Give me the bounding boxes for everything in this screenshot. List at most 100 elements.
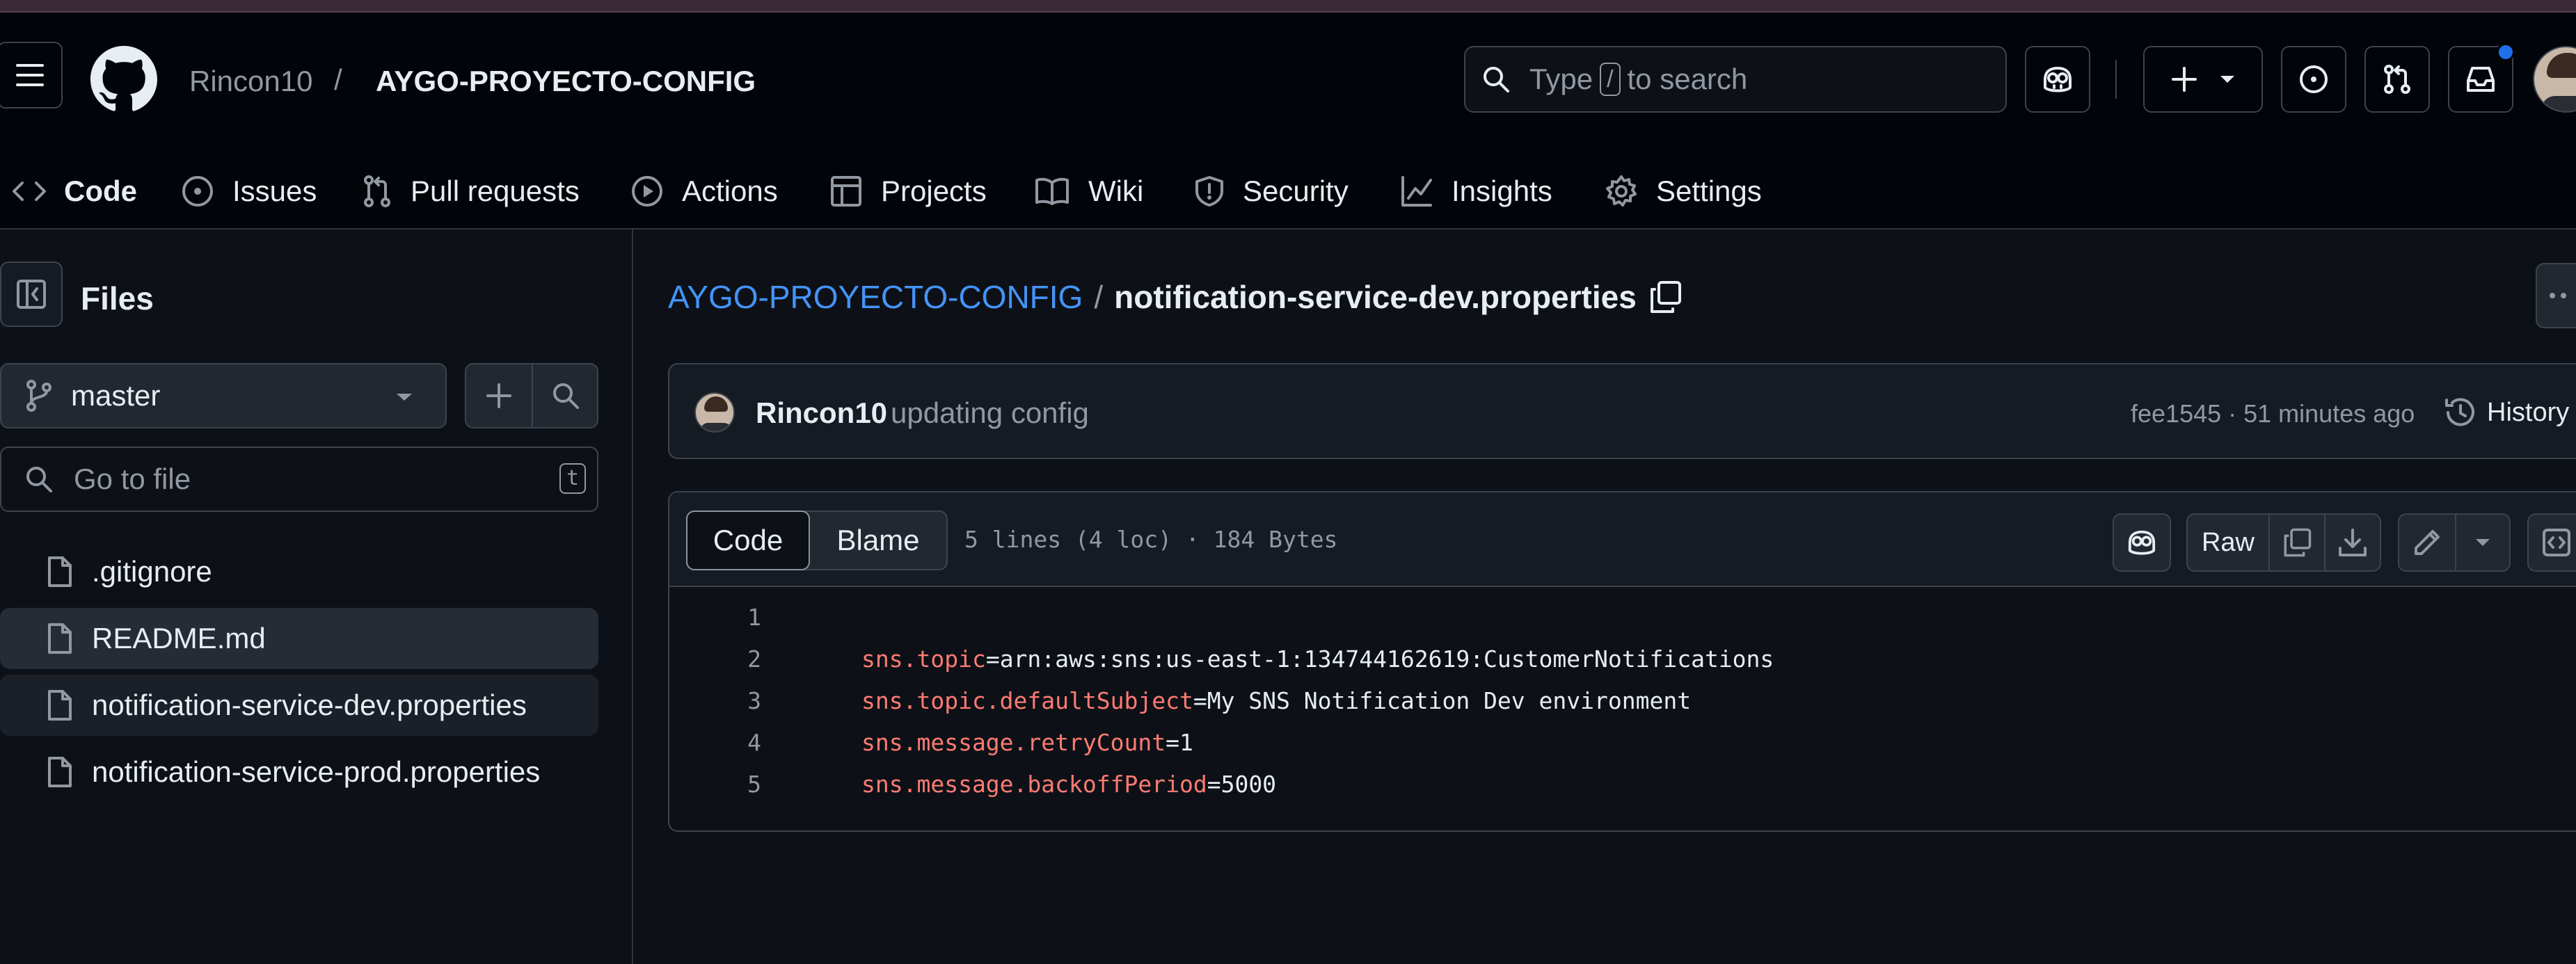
table-icon	[831, 176, 861, 207]
code-line: 2 sns.topic=arn:aws:sns:us-east-1:134744…	[669, 638, 2576, 680]
tab-security[interactable]: Security	[1194, 167, 1349, 216]
raw-button[interactable]: Raw	[2186, 513, 2270, 572]
search-input[interactable]: Type / to search	[1464, 46, 2007, 113]
commit-author[interactable]: Rincon10	[756, 396, 887, 430]
line-number[interactable]: 4	[678, 722, 761, 764]
code-key: sns.topic	[861, 645, 986, 673]
line-number[interactable]: 2	[678, 638, 761, 680]
breadcrumb-repo-link[interactable]: AYGO-PROYECTO-CONFIG	[668, 278, 1083, 316]
user-avatar[interactable]	[2533, 46, 2576, 113]
code-key: sns.message.retryCount	[861, 729, 1166, 756]
sidebar-collapse-icon	[17, 280, 46, 309]
shield-icon	[1195, 176, 1223, 207]
code-value: 5000	[1221, 771, 1277, 798]
collapse-sidebar-button[interactable]	[0, 262, 63, 327]
download-button[interactable]	[2324, 513, 2381, 572]
book-icon	[1035, 177, 1069, 205]
file-viewer-header: Code Blame 5 lines (4 loc) · 184 Bytes R…	[669, 492, 2576, 587]
code-key: sns.topic.defaultSubject	[861, 687, 1193, 714]
github-logo[interactable]	[90, 46, 157, 113]
file-tree-item-label: notification-service-dev.properties	[92, 689, 527, 721]
file-tree-item-label: README.md	[92, 622, 266, 654]
code-key: sns.message.backoffPeriod	[861, 771, 1207, 798]
tab-pull-requests[interactable]: Pull requests	[362, 167, 580, 216]
blame-view-tab[interactable]: Blame	[810, 512, 946, 569]
view-toggle: Code Blame	[686, 511, 948, 570]
github-mark-icon	[90, 46, 157, 111]
create-new-button[interactable]	[2143, 46, 2263, 113]
tab-insights[interactable]: Insights	[1400, 167, 1552, 216]
add-file-button[interactable]	[466, 364, 533, 427]
tab-settings[interactable]: Settings	[1605, 167, 1762, 216]
history-icon	[2445, 398, 2474, 426]
tab-security-label: Security	[1243, 175, 1349, 207]
code-eq: =	[985, 645, 1000, 673]
triangle-down-icon	[2476, 539, 2490, 546]
search-icon	[553, 383, 579, 409]
commit-meta[interactable]: fee1545 · 51 minutes ago	[2131, 399, 2415, 428]
play-icon	[632, 176, 662, 207]
owner-link[interactable]: Rincon10	[189, 67, 312, 96]
line-number[interactable]: 3	[678, 680, 761, 722]
tab-code[interactable]: Code	[13, 167, 137, 216]
download-icon	[2339, 529, 2367, 556]
code-icon	[13, 182, 46, 201]
copy-icon	[2284, 528, 2312, 557]
tab-issues[interactable]: Issues	[181, 167, 317, 216]
gear-icon	[1606, 175, 1637, 207]
menu-button[interactable]	[0, 42, 63, 109]
code-eq: =	[1193, 687, 1207, 714]
git-pull-request-icon	[364, 175, 390, 207]
file-name-title: notification-service-dev.properties	[1114, 279, 1637, 315]
triangle-down-icon	[2220, 76, 2234, 83]
tab-projects-label: Projects	[881, 175, 987, 207]
line-number[interactable]: 5	[678, 764, 761, 805]
breadcrumb-separator: /	[334, 63, 342, 96]
repo-name-link[interactable]: AYGO-PROYECTO-CONFIG	[376, 67, 756, 96]
code-value: My SNS Notification Dev environment	[1207, 687, 1692, 714]
symbols-panel-button[interactable]	[2527, 513, 2576, 572]
issues-button[interactable]	[2281, 46, 2346, 113]
file-tree-item[interactable]: .gitignore	[0, 541, 598, 602]
copy-icon[interactable]	[1648, 280, 1683, 314]
file-tree-item[interactable]: README.md	[0, 608, 598, 669]
line-number[interactable]: 1	[678, 597, 761, 638]
go-to-file-placeholder: Go to file	[74, 463, 191, 495]
branch-selector[interactable]: master	[0, 363, 447, 428]
tab-wiki-label: Wiki	[1088, 175, 1144, 207]
code-view-label: Code	[713, 524, 784, 556]
file-tree-item-label: .gitignore	[92, 555, 212, 588]
browser-tab-strip	[0, 0, 2576, 13]
code-value: arn:aws:sns:us-east-1:134744162619:Custo…	[999, 645, 1774, 673]
commit-message[interactable]: updating config	[891, 396, 1089, 430]
latest-commit-bar: Rincon10 updating config fee1545 · 51 mi…	[668, 363, 2576, 459]
git-branch-icon	[26, 380, 51, 412]
tab-projects[interactable]: Projects	[829, 167, 987, 216]
copilot-file-button[interactable]	[2113, 513, 2171, 572]
history-button[interactable]: History	[2444, 392, 2569, 433]
file-breadcrumb: AYGO-PROYECTO-CONFIG / notification-serv…	[668, 278, 1683, 316]
file-tree-item[interactable]: notification-service-prod.properties	[0, 741, 598, 803]
go-to-file-shortcut: t	[559, 463, 586, 494]
edit-file-button[interactable]	[2398, 513, 2456, 572]
copilot-button[interactable]	[2025, 46, 2090, 113]
raw-label: Raw	[2201, 527, 2255, 557]
file-icon	[48, 623, 72, 654]
search-prefix: Type	[1529, 63, 1593, 95]
copy-raw-button[interactable]	[2268, 513, 2325, 572]
code-square-icon	[2543, 529, 2570, 556]
code-view-tab[interactable]: Code	[686, 511, 810, 570]
file-tree-item-selected[interactable]: notification-service-dev.properties	[0, 675, 598, 736]
go-to-file-input[interactable]: Go to file t	[0, 447, 598, 512]
issue-opened-icon	[2300, 65, 2328, 93]
tab-wiki[interactable]: Wiki	[1034, 167, 1143, 216]
more-options-button[interactable]	[2536, 263, 2576, 328]
search-suffix: to search	[1627, 63, 1748, 95]
edit-options-button[interactable]	[2455, 513, 2511, 572]
code-area[interactable]: 1 2 sns.topic=arn:aws:sns:us-east-1:1347…	[669, 597, 2576, 819]
inbox-icon	[2467, 67, 2495, 92]
author-avatar[interactable]	[694, 392, 735, 433]
tab-actions[interactable]: Actions	[630, 167, 778, 216]
search-files-button[interactable]	[533, 364, 598, 427]
pull-requests-button[interactable]	[2364, 46, 2430, 113]
